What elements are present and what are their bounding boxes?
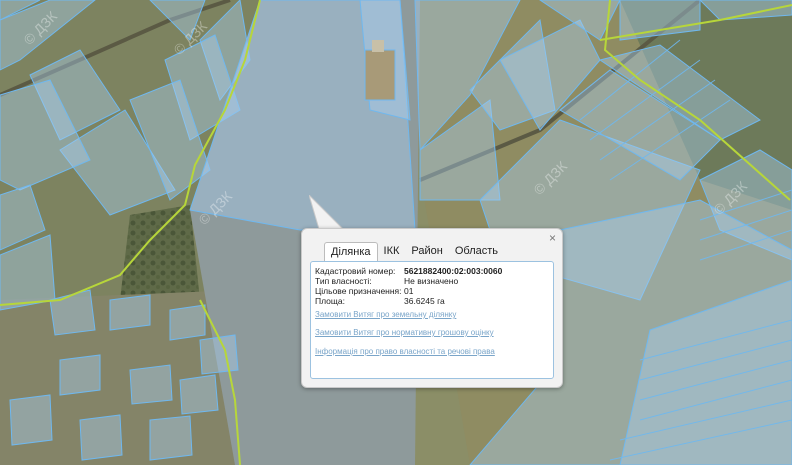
tab-region[interactable]: Область: [449, 242, 504, 262]
parcel-info-popup: × Ділянка ІКК Район Область Кадастровий …: [301, 228, 563, 388]
tab-ikk[interactable]: ІКК: [378, 242, 406, 262]
cadastral-number-value: 5621882400:02:003:0060: [404, 266, 503, 276]
parcel-attributes: Кадастровий номер: 5621882400:02:003:006…: [315, 266, 502, 306]
attribute-row: Тип власності: Не визначено: [315, 276, 502, 286]
attribute-row: Площа: 36.6245 га: [315, 296, 502, 306]
ownership-type-value: Не визначено: [404, 276, 459, 286]
area-value: 36.6245 га: [404, 296, 445, 306]
order-valuation-extract-link[interactable]: Замовити Витяг про нормативну грошову оц…: [315, 328, 494, 337]
attribute-label: Площа:: [315, 296, 345, 306]
attribute-row: Цільове призначення: 01: [315, 286, 502, 296]
tab-district[interactable]: Район: [405, 242, 448, 262]
order-parcel-extract-link[interactable]: Замовити Витяг про земельну ділянку: [315, 310, 456, 319]
ownership-rights-info-link[interactable]: Інформація про право власності та речові…: [315, 347, 495, 356]
attribute-label: Цільове призначення:: [315, 286, 402, 296]
popup-tabs: Ділянка ІКК Район Область: [324, 242, 504, 262]
map-view[interactable]: © ДЗК © ДЗК © ДЗК © ДЗК © ДЗК × Ділянка …: [0, 0, 792, 465]
attribute-label: Тип власності:: [315, 276, 372, 286]
parcel-details-panel: Кадастровий номер: 5621882400:02:003:006…: [310, 261, 554, 379]
close-icon[interactable]: ×: [549, 232, 556, 244]
attribute-label: Кадастровий номер:: [315, 266, 396, 276]
tab-parcel[interactable]: Ділянка: [324, 242, 378, 262]
purpose-value: 01: [404, 286, 414, 296]
attribute-row: Кадастровий номер: 5621882400:02:003:006…: [315, 266, 502, 276]
